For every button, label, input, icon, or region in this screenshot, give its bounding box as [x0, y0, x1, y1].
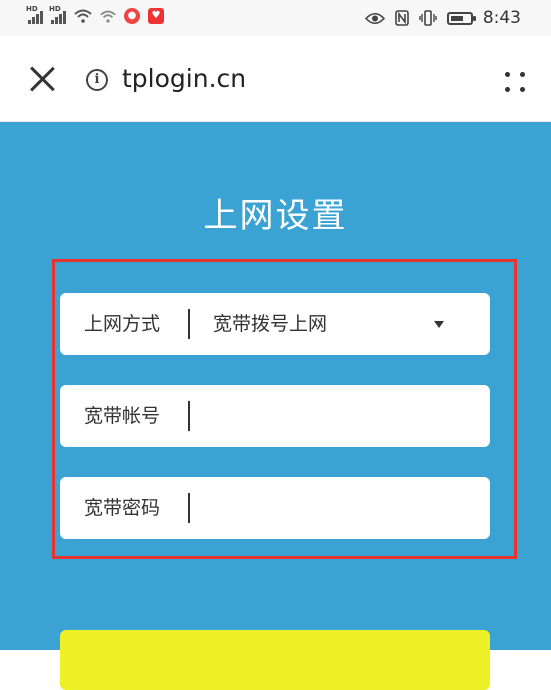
url-text[interactable]: tplogin.cn	[122, 64, 246, 93]
close-icon[interactable]	[26, 63, 58, 95]
status-time: 8:43	[482, 8, 521, 28]
wifi-icon	[100, 10, 116, 23]
eye-icon	[364, 12, 385, 24]
signal-icon: HD	[26, 5, 43, 24]
battery-icon	[446, 11, 476, 25]
password-field[interactable]: 宽带密码	[60, 477, 490, 539]
chevron-down-icon[interactable]	[434, 321, 444, 328]
field-divider	[188, 309, 190, 339]
app-icon: ●	[124, 8, 140, 24]
info-icon[interactable]: i	[86, 69, 108, 91]
submit-button[interactable]	[60, 630, 490, 690]
password-label: 宽带密码	[84, 497, 161, 519]
nfc-icon	[395, 10, 409, 26]
status-bar: HD HD ● ♥ 8:43	[0, 0, 551, 36]
vibrate-icon	[419, 10, 437, 26]
text-cursor	[188, 401, 190, 431]
connection-type-label: 上网方式	[84, 313, 161, 335]
more-icon[interactable]	[503, 70, 529, 96]
connection-type-value: 宽带拨号上网	[213, 313, 328, 335]
status-right-icons: 8:43	[364, 8, 521, 28]
browser-top-bar: i tplogin.cn	[0, 36, 551, 122]
signal-icon: HD	[49, 5, 66, 24]
text-cursor	[188, 493, 190, 523]
app-icon: ♥	[148, 8, 164, 24]
wifi-icon	[74, 9, 92, 23]
account-field[interactable]: 宽带帐号	[60, 385, 490, 447]
account-input[interactable]	[192, 393, 476, 441]
status-left-icons: HD HD ● ♥	[26, 5, 164, 24]
connection-type-select[interactable]: 上网方式 宽带拨号上网	[60, 293, 490, 355]
password-input[interactable]	[192, 485, 476, 533]
page-title: 上网设置	[203, 196, 348, 236]
account-label: 宽带帐号	[84, 405, 161, 427]
setup-page: 上网设置 上网方式 宽带拨号上网 宽带帐号 宽带密码	[0, 122, 551, 690]
